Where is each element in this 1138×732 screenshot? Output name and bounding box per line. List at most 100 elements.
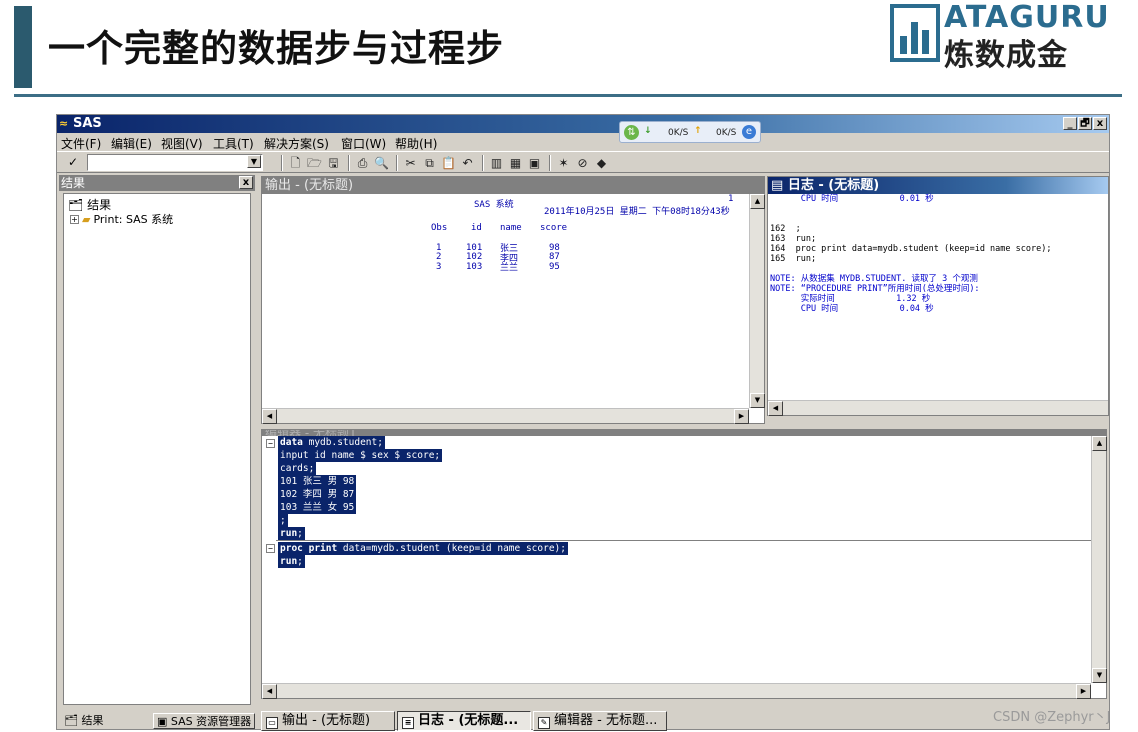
code-line: data mydb.student;: [278, 436, 385, 449]
log-window-header[interactable]: ▤ 日志 - (无标题): [768, 177, 1108, 194]
output-window-title[interactable]: 输出 - (无标题): [262, 177, 764, 194]
help-book-icon[interactable]: ◆: [593, 155, 610, 172]
new-file-icon[interactable]: 🗋: [287, 155, 304, 172]
menu-view[interactable]: 视图(V): [161, 135, 203, 152]
log-line: 实际时间 1.32 秒: [770, 294, 931, 304]
sas-window: ≈ SAS _ 🗗 x 文件(F) 编辑(E) 视图(V) 工具(T) 解决方案…: [56, 114, 1110, 731]
editor-window-tab[interactable]: ✎ 编辑器 - 无标题...: [533, 711, 667, 731]
fold-toggle-icon[interactable]: −: [266, 544, 275, 553]
explorer-tab-icon: ▣: [157, 715, 171, 728]
results-pane-title: 结果: [61, 176, 86, 190]
menu-bar: 文件(F) 编辑(E) 视图(V) 工具(T) 解决方案(S) 窗口(W) 帮助…: [57, 133, 1109, 151]
code-line: cards;: [278, 462, 317, 475]
log-line: 164 proc print data=mydb.student (keep=i…: [770, 244, 1052, 254]
browser-icon[interactable]: e: [742, 125, 756, 139]
output-cell: 3: [436, 262, 442, 272]
scroll-left-icon[interactable]: ◀: [262, 684, 277, 699]
upload-arrow-icon: ↑: [694, 126, 702, 136]
title-bar[interactable]: ≈ SAS _ 🗗 x: [57, 115, 1109, 133]
log-horizontal-scrollbar[interactable]: ◀: [768, 400, 1108, 416]
bottom-tab-bar: 🗂 结果 ▣ SAS 资源管理器 ▭ 输出 - (无标题) ≡ 日志 - (无标题.…: [57, 711, 1109, 731]
menu-help[interactable]: 帮助(H): [395, 135, 437, 152]
submit-check-icon[interactable]: ✓: [63, 154, 83, 171]
log-line: CPU 时间 0.01 秒: [770, 194, 934, 204]
output-window-tab[interactable]: ▭ 输出 - (无标题): [261, 711, 395, 731]
download-arrow-icon: ↓: [644, 126, 652, 136]
scroll-right-icon[interactable]: ▶: [1076, 684, 1091, 699]
explorer-icon[interactable]: ▦: [507, 155, 524, 172]
log-note: NOTE: “PROCEDURE PRINT”所用时间(总处理时间):: [770, 284, 980, 294]
scroll-down-icon[interactable]: ▼: [750, 393, 765, 408]
scroll-left-icon[interactable]: ◀: [262, 409, 277, 424]
print-icon[interactable]: ⎙: [354, 155, 371, 172]
editor-tab-icon: ✎: [538, 717, 550, 729]
save-icon[interactable]: 🖫: [325, 155, 342, 172]
editor-horizontal-scrollbar[interactable]: ◀ ▶: [262, 683, 1091, 699]
menu-file[interactable]: 文件(F): [61, 135, 101, 152]
output-cell: 95: [549, 262, 560, 272]
code-line: ;: [278, 514, 288, 527]
scroll-right-icon[interactable]: ▶: [734, 409, 749, 424]
results-close-button[interactable]: x: [239, 176, 253, 189]
network-monitor-widget[interactable]: ⇅ ↓ 0K/S ↑ 0K/S e: [619, 121, 761, 143]
output-datetime: 2011年10月25日 星期二 下午08时18分43秒: [544, 207, 730, 217]
editor-vertical-scrollbar[interactable]: ▲ ▼: [1091, 436, 1107, 683]
menu-solutions[interactable]: 解决方案(S): [264, 135, 329, 152]
menu-tools[interactable]: 工具(T): [213, 135, 254, 152]
output-cell: 87: [549, 252, 560, 262]
undo-icon[interactable]: ↶: [459, 155, 476, 172]
command-dropdown-icon[interactable]: ▼: [247, 155, 261, 168]
slide-title: 一个完整的数据步与过程步: [48, 27, 504, 70]
logo-text-cn: 炼数成金: [944, 38, 1068, 73]
explorer-tab[interactable]: ▣ SAS 资源管理器: [153, 713, 256, 729]
log-window-icon: ▤: [771, 178, 788, 193]
log-window-title: 日志 - (无标题): [787, 178, 880, 193]
restore-button[interactable]: 🗗: [1078, 117, 1092, 130]
results-icon[interactable]: ▣: [526, 155, 543, 172]
menu-edit[interactable]: 编辑(E): [111, 135, 152, 152]
slide: 一个完整的数据步与过程步 ATAGURU 炼数成金 ≈ SAS _ 🗗 x 文件…: [0, 0, 1138, 732]
step-divider: [276, 540, 1092, 541]
minimize-button[interactable]: _: [1063, 117, 1077, 130]
code-line: run;: [278, 527, 305, 540]
library-icon[interactable]: ▥: [488, 155, 505, 172]
scroll-down-icon[interactable]: ▼: [1092, 668, 1107, 683]
tree-node-print[interactable]: + ▰ Print: SAS 系统: [70, 211, 173, 227]
paste-icon[interactable]: 📋: [440, 155, 457, 172]
expand-icon[interactable]: +: [70, 215, 79, 224]
log-tab-icon: ≡: [402, 717, 414, 729]
output-cell: 102: [466, 252, 483, 262]
run-icon[interactable]: ✶: [555, 155, 572, 172]
output-col-name: name: [500, 223, 522, 233]
code-line: input id name $ sex $ score;: [278, 449, 443, 462]
scroll-left-icon[interactable]: ◀: [768, 401, 783, 416]
command-box[interactable]: [87, 154, 263, 171]
editor-body[interactable]: − data mydb.student; input id name $ sex…: [262, 436, 1092, 684]
fold-toggle-icon[interactable]: −: [266, 439, 275, 448]
menu-window[interactable]: 窗口(W): [341, 135, 386, 152]
tree-node-results-label: 结果: [87, 198, 112, 212]
log-window-tab[interactable]: ≡ 日志 - (无标题...: [397, 711, 531, 731]
upload-speed: 0K/S: [716, 128, 737, 138]
print-preview-icon[interactable]: 🔍: [373, 155, 390, 172]
header-divider: [14, 94, 1122, 97]
output-cell: 103: [466, 262, 483, 272]
scroll-up-icon[interactable]: ▲: [750, 194, 765, 209]
open-folder-icon[interactable]: 🗁: [306, 155, 323, 172]
cut-icon[interactable]: ✂: [402, 155, 419, 172]
code-line: 102 李四 男 87: [278, 488, 357, 501]
close-button[interactable]: x: [1093, 117, 1107, 130]
scroll-up-icon[interactable]: ▲: [1092, 436, 1107, 451]
network-speed-icon: ⇅: [624, 125, 639, 140]
results-tab[interactable]: 🗂 结果: [61, 713, 106, 729]
output-horizontal-scrollbar[interactable]: ◀ ▶: [262, 408, 749, 424]
results-folder-icon: 🗂: [68, 198, 84, 212]
app-title: SAS: [73, 116, 102, 131]
copy-icon[interactable]: ⧉: [421, 155, 438, 172]
output-tab-icon: ▭: [266, 717, 278, 729]
results-pane-header: 结果 x: [59, 175, 255, 191]
editor-window: 编辑器 - 无标题1 − data mydb.student; input id…: [261, 429, 1107, 699]
log-window: ▤ 日志 - (无标题) CPU 时间 0.01 秒 162 ; 163 run…: [767, 176, 1109, 416]
output-vertical-scrollbar[interactable]: ▲ ▼: [749, 194, 765, 408]
break-icon[interactable]: ⊘: [574, 155, 591, 172]
